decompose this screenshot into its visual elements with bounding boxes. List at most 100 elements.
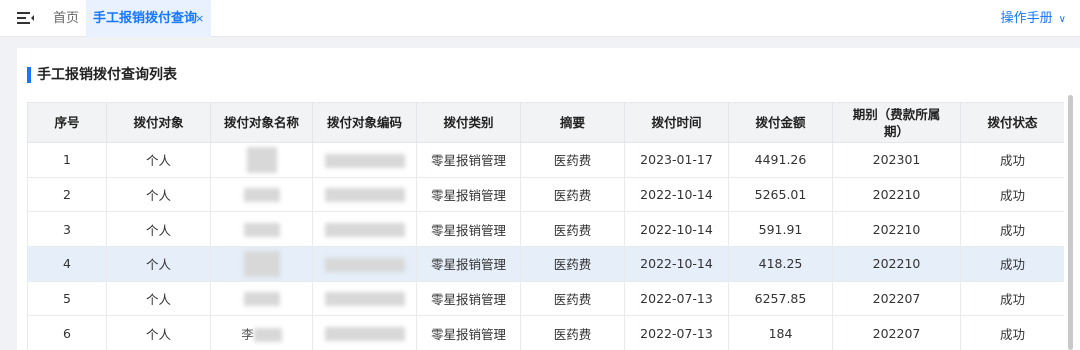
cell-code	[312, 176, 417, 213]
tab-manual-reimbursement-query[interactable]: 手工报销拨付查询 ×	[86, 0, 211, 37]
col-header: 拨付金额	[728, 102, 833, 143]
cell-category: 零星报销管理	[416, 142, 521, 178]
cell-date: 2022-07-13	[624, 280, 729, 317]
cell-target: 个人	[106, 315, 211, 350]
col-header: 拨付对象	[106, 102, 211, 143]
close-icon[interactable]: ×	[195, 0, 204, 37]
cell-amount: 5265.01	[728, 176, 833, 213]
col-header: 摘要	[520, 102, 625, 143]
manual-label: 操作手册	[1000, 11, 1053, 26]
cell-name	[210, 211, 313, 248]
cell-date: 2022-10-14	[624, 211, 729, 248]
col-header: 拨付对象编码	[312, 102, 417, 143]
cell-amount: 418.25	[728, 246, 833, 282]
cell-code	[312, 280, 417, 317]
col-header: 拨付类别	[416, 102, 521, 143]
tab-label: 手工报销拨付查询	[93, 11, 198, 26]
cell-name	[210, 280, 313, 317]
cell-status: 成功	[960, 142, 1064, 178]
cell-status: 成功	[960, 315, 1064, 350]
cell-summary: 医药费	[520, 142, 625, 178]
col-header: 序号	[27, 102, 107, 143]
name-partial: 李	[241, 326, 254, 342]
cell-target: 个人	[106, 211, 211, 248]
top-bar: 首页 手工报销拨付查询 × 操作手册 ∨	[0, 0, 1080, 37]
cell-target: 个人	[106, 280, 211, 317]
chevron-down-icon: ∨	[1058, 14, 1066, 25]
cell-amount: 184	[728, 315, 833, 350]
table-row[interactable]: 2 个人 零星报销管理 医药费 2022-10-14 5265.01 20221…	[27, 176, 1064, 213]
cell-date: 2022-10-14	[624, 246, 729, 282]
cell-period: 202207	[832, 315, 961, 350]
cell-seq: 4	[27, 246, 107, 282]
cell-status: 成功	[960, 211, 1064, 248]
cell-period: 202301	[832, 142, 961, 178]
cell-seq: 1	[27, 142, 107, 178]
cell-target: 个人	[106, 246, 211, 282]
cell-period: 202210	[832, 211, 961, 248]
redacted-mask	[253, 328, 282, 343]
manual-dropdown[interactable]: 操作手册 ∨	[1001, 0, 1066, 37]
cell-code	[312, 142, 417, 178]
payment-table-container: 序号 拨付对象 拨付对象名称 拨付对象编码 拨付类别 摘要 拨付时间 拨付金额 …	[27, 102, 1064, 350]
cell-name	[210, 246, 313, 282]
cell-amount: 4491.26	[728, 142, 833, 178]
redacted-mask	[324, 292, 405, 307]
cell-category: 零星报销管理	[416, 211, 521, 248]
payment-table: 序号 拨付对象 拨付对象名称 拨付对象编码 拨付类别 摘要 拨付时间 拨付金额 …	[27, 102, 1064, 350]
cell-name	[210, 176, 313, 213]
content-panel: 手工报销拨付查询列表 序号 拨付对象 拨付对象名称 拨付对象编码 拨付类别 摘要…	[17, 48, 1080, 350]
cell-date: 2022-07-13	[624, 315, 729, 350]
cell-code	[312, 211, 417, 248]
cell-period: 202210	[832, 176, 961, 213]
table-header-row: 序号 拨付对象 拨付对象名称 拨付对象编码 拨付类别 摘要 拨付时间 拨付金额 …	[27, 102, 1064, 143]
cell-summary: 医药费	[520, 315, 625, 350]
col-header: 期别（费款所属期）	[832, 102, 961, 143]
table-row[interactable]: 4 个人 零星报销管理 医药费 2022-10-14 418.25 202210…	[27, 246, 1064, 282]
cell-status: 成功	[960, 280, 1064, 317]
vertical-scrollbar[interactable]	[1068, 95, 1073, 350]
cell-amount: 591.91	[728, 211, 833, 248]
redacted-mask	[243, 222, 280, 237]
redacted-mask	[324, 327, 405, 342]
redacted-mask	[243, 250, 280, 277]
cell-target: 个人	[106, 176, 211, 213]
redacted-mask	[324, 153, 405, 168]
cell-seq: 3	[27, 211, 107, 248]
menu-fold-icon[interactable]	[17, 10, 35, 28]
section-title: 手工报销拨付查询列表	[27, 67, 177, 83]
table-row[interactable]: 6 个人 李 零星报销管理 医药费 2022-07-13 184 202207 …	[27, 315, 1064, 350]
cell-category: 零星报销管理	[416, 280, 521, 317]
cell-summary: 医药费	[520, 211, 625, 248]
cell-period: 202207	[832, 280, 961, 317]
redacted-mask	[246, 146, 277, 173]
table-row[interactable]: 3 个人 零星报销管理 医药费 2022-10-14 591.91 202210…	[27, 211, 1064, 248]
cell-status: 成功	[960, 246, 1064, 282]
redacted-mask	[324, 188, 405, 203]
redacted-mask	[243, 188, 280, 203]
cell-seq: 2	[27, 176, 107, 213]
redacted-mask	[324, 257, 405, 272]
cell-category: 零星报销管理	[416, 315, 521, 350]
cell-summary: 医药费	[520, 246, 625, 282]
cell-code	[312, 315, 417, 350]
cell-seq: 6	[27, 315, 107, 350]
table-row[interactable]: 1 个人 零星报销管理 医药费 2023-01-17 4491.26 20230…	[27, 142, 1064, 178]
cell-date: 2022-10-14	[624, 176, 729, 213]
cell-target: 个人	[106, 142, 211, 178]
cell-code	[312, 246, 417, 282]
cell-name	[210, 142, 313, 178]
tab-home[interactable]: 首页	[53, 0, 79, 37]
table-row[interactable]: 5 个人 零星报销管理 医药费 2022-07-13 6257.85 20220…	[27, 280, 1064, 317]
cell-name: 李	[210, 315, 313, 350]
cell-date: 2023-01-17	[624, 142, 729, 178]
cell-summary: 医药费	[520, 176, 625, 213]
cell-seq: 5	[27, 280, 107, 317]
redacted-mask	[243, 292, 280, 307]
col-header: 拨付时间	[624, 102, 729, 143]
col-header: 拨付对象名称	[210, 102, 313, 143]
cell-period: 202210	[832, 246, 961, 282]
col-header: 拨付状态	[960, 102, 1064, 143]
cell-category: 零星报销管理	[416, 246, 521, 282]
redacted-mask	[324, 222, 405, 237]
